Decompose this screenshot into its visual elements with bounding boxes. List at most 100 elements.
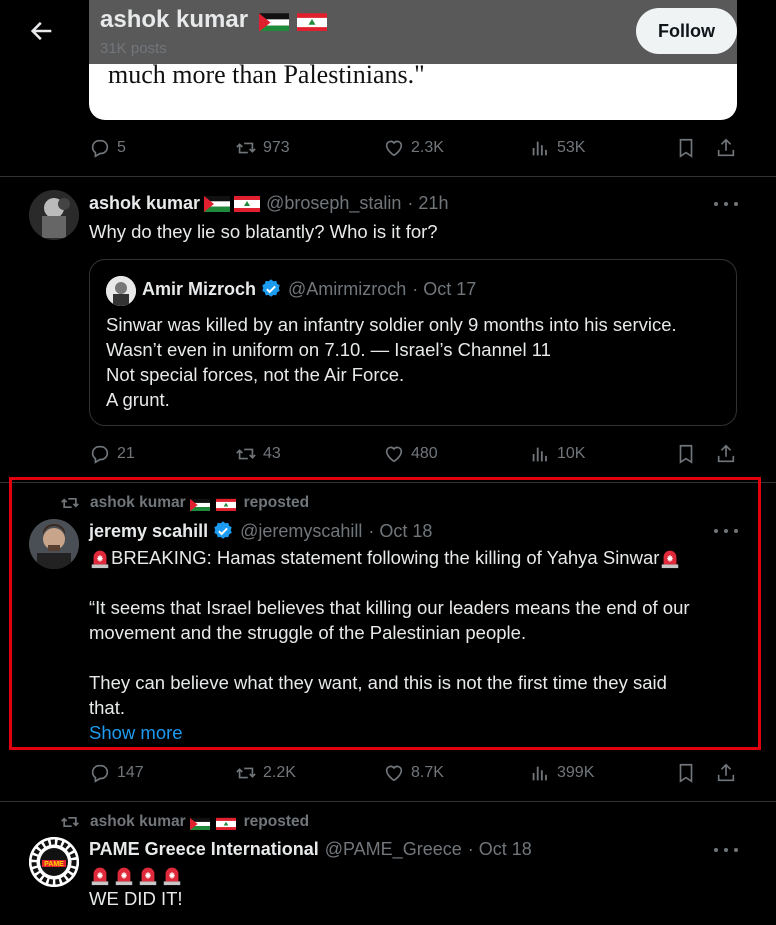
verified-badge-icon	[214, 521, 232, 539]
show-more-link[interactable]: Show more	[89, 720, 690, 745]
share-button[interactable]	[715, 439, 743, 469]
reply-count: 21	[117, 445, 135, 462]
avatar[interactable]: PAME	[29, 837, 79, 887]
like-button[interactable]: 480	[383, 439, 438, 469]
repost-icon	[61, 498, 79, 508]
quoted-tweet[interactable]: Amir Mizroch @Amirmizroch · Oct 17 Sinwa…	[89, 259, 737, 426]
avatar-image	[29, 519, 79, 569]
lebanon-flag-icon	[297, 11, 328, 31]
like-button[interactable]: 2.3K	[383, 133, 444, 163]
divider	[0, 801, 776, 802]
repost-context[interactable]: ashok kumar reposted	[60, 493, 309, 513]
repost-button[interactable]: 2.2K	[235, 758, 296, 788]
repost-context-name: ashok kumar	[90, 494, 186, 511]
bookmark-icon	[679, 763, 693, 783]
profile-name: ashok kumar	[100, 6, 249, 33]
tweet-text: BREAKING: Hamas statement following the …	[89, 545, 690, 745]
quote-timestamp: · Oct 17	[412, 278, 477, 299]
display-name[interactable]: PAME Greece International	[89, 839, 319, 860]
tweet-line: that.	[89, 697, 125, 718]
repost-context-suffix: reposted	[243, 494, 310, 511]
view-count: 399K	[557, 764, 595, 781]
lebanon-flag-icon	[215, 814, 242, 830]
reply-count: 5	[117, 139, 126, 156]
quote-display-name: Amir Mizroch	[142, 278, 257, 299]
post-count: 31K posts	[100, 40, 167, 57]
tweet-text: Why do they lie so blatantly? Who is it …	[89, 221, 438, 242]
display-name[interactable]: jeremy scahill	[89, 521, 208, 542]
tweet-line: BREAKING: Hamas statement following the …	[89, 545, 690, 570]
avatar[interactable]	[29, 190, 79, 240]
reply-icon	[91, 764, 109, 783]
share-icon	[717, 444, 735, 463]
views-button[interactable]: 399K	[529, 758, 594, 788]
repost-count: 2.2K	[263, 764, 296, 781]
repost-count: 43	[263, 445, 281, 462]
tweet-line: They can believe what they want, and thi…	[89, 672, 667, 693]
timestamp[interactable]: · Oct 18	[468, 839, 532, 860]
timeline: much more than Palestinians." 5 973 2.3K…	[0, 0, 776, 925]
reply-button[interactable]: 21	[89, 439, 135, 469]
avatar[interactable]	[29, 519, 79, 569]
tweet-line: WE DID IT!	[89, 888, 183, 909]
tweet-actions: 147 2.2K 8.7K 399K	[89, 758, 739, 788]
like-button[interactable]: 8.7K	[383, 758, 444, 788]
like-count: 8.7K	[411, 764, 444, 781]
siren-icon	[115, 867, 133, 886]
handle[interactable]: @broseph_stalin	[266, 193, 401, 214]
bookmark-button[interactable]	[675, 758, 703, 788]
quote-line: Not special forces, not the Air Force.	[106, 364, 405, 385]
avatar-image	[29, 190, 79, 240]
more-options-icon[interactable]	[714, 199, 738, 209]
lebanon-flag-icon	[215, 495, 242, 511]
bookmark-button[interactable]	[675, 133, 703, 163]
display-name[interactable]: ashok kumar	[89, 193, 200, 214]
like-count: 2.3K	[411, 139, 444, 156]
tweet-actions: 5 973 2.3K 53K	[89, 133, 739, 163]
views-button[interactable]: 53K	[529, 133, 585, 163]
reply-button[interactable]: 147	[89, 758, 144, 788]
quote-avatar	[106, 276, 136, 306]
follow-button[interactable]: Follow	[636, 8, 737, 54]
views-button[interactable]: 10K	[529, 439, 585, 469]
quoted-image-text: much more than Palestinians."	[108, 60, 425, 89]
repost-context-name: ashok kumar	[90, 813, 186, 830]
more-options-icon[interactable]	[714, 526, 738, 536]
share-icon	[717, 138, 735, 157]
timestamp[interactable]: · 21h	[407, 193, 448, 214]
quote-line: A grunt.	[106, 389, 170, 410]
quote-text: Sinwar was killed by an infantry soldier…	[106, 312, 677, 412]
analytics-icon	[532, 141, 547, 156]
back-arrow-icon[interactable]	[28, 17, 56, 45]
siren-icon	[139, 867, 157, 886]
repost-button[interactable]: 973	[235, 133, 290, 163]
verified-badge-icon	[262, 279, 280, 297]
analytics-icon	[532, 766, 547, 781]
avatar-logo-text: PAME	[44, 861, 64, 868]
divider	[0, 176, 776, 177]
tweet-headline: BREAKING: Hamas statement following the …	[111, 547, 660, 568]
palestine-flag-icon	[189, 814, 216, 830]
repost-icon	[236, 142, 256, 154]
heart-icon	[385, 446, 403, 463]
siren-row	[89, 864, 183, 886]
repost-context[interactable]: ashok kumar reposted	[60, 812, 309, 832]
bookmark-button[interactable]	[675, 439, 703, 469]
siren-icon	[662, 550, 679, 568]
more-options-icon[interactable]	[714, 845, 738, 855]
share-icon	[717, 763, 735, 782]
reply-button[interactable]: 5	[89, 133, 126, 163]
timestamp[interactable]: · Oct 18	[368, 521, 432, 542]
repost-count: 973	[263, 139, 290, 156]
share-button[interactable]	[715, 133, 743, 163]
avatar-image: PAME	[29, 837, 79, 887]
siren-icon	[163, 867, 181, 886]
view-count: 53K	[557, 139, 586, 156]
bookmark-icon	[679, 138, 693, 158]
repost-button[interactable]: 43	[235, 439, 281, 469]
repost-icon	[236, 767, 256, 779]
tweet-line: “It seems that Israel believes that kill…	[89, 597, 690, 618]
handle[interactable]: @jeremyscahill	[240, 521, 362, 542]
share-button[interactable]	[715, 758, 743, 788]
handle[interactable]: @PAME_Greece	[325, 839, 462, 860]
